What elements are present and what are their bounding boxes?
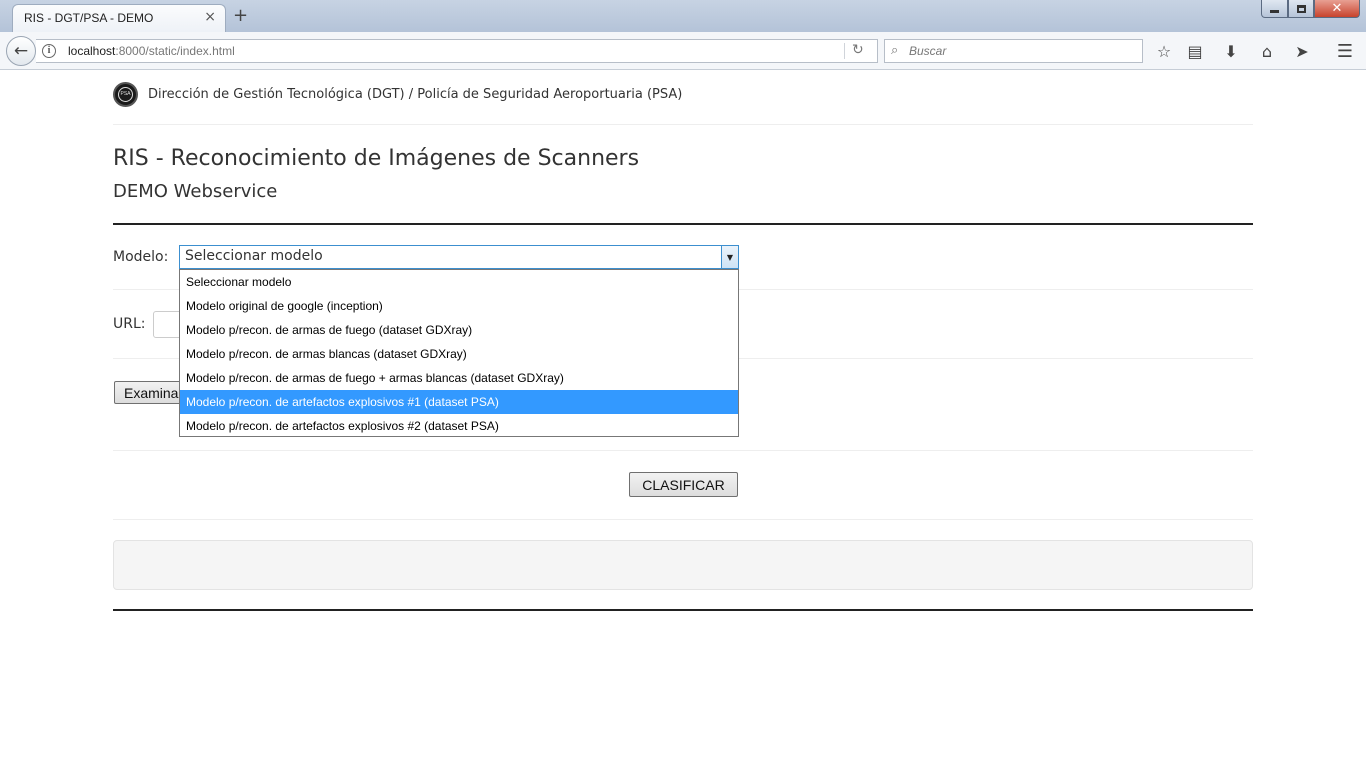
chevron-down-icon[interactable]: ▼ [721, 246, 738, 268]
brand-text: Dirección de Gestión Tecnológica (DGT) /… [148, 86, 683, 102]
minimize-button[interactable] [1261, 0, 1288, 18]
model-option[interactable]: Modelo p/recon. de artefactos explosivos… [180, 414, 738, 438]
model-option[interactable]: Modelo p/recon. de armas de fuego + arma… [180, 366, 738, 390]
divider [113, 519, 1253, 520]
divider [113, 124, 1253, 125]
search-bar[interactable]: ⌕ [884, 39, 1143, 63]
address-bar[interactable]: i localhost:8000/static/index.html ↻ [36, 39, 878, 63]
model-option[interactable]: Modelo p/recon. de armas blancas (datase… [180, 342, 738, 366]
brand-header: PSA Dirección de Gestión Tecnológica (DG… [113, 81, 682, 107]
model-option[interactable]: Modelo original de google (inception) [180, 294, 738, 318]
downloads-icon[interactable]: ⬇ [1220, 40, 1242, 62]
menu-icon[interactable]: ☰ [1334, 40, 1356, 62]
url-path: :8000/static/index.html [115, 44, 235, 58]
maximize-button[interactable] [1288, 0, 1314, 18]
logo-label: PSA [118, 86, 133, 102]
back-button[interactable]: ← [6, 36, 36, 66]
send-icon[interactable]: ➤ [1291, 40, 1313, 62]
search-input[interactable] [909, 40, 1137, 62]
tab-close-icon[interactable]: × [204, 9, 216, 25]
section-divider [113, 609, 1253, 611]
divider [113, 450, 1253, 451]
model-select-value: Seleccionar modelo [185, 248, 323, 264]
search-icon: ⌕ [891, 43, 899, 58]
page-subtitle: DEMO Webservice [113, 181, 278, 202]
model-dropdown-list: Seleccionar modelo Modelo original de goo… [179, 269, 739, 437]
model-label: Modelo: [113, 249, 169, 265]
browser-titlebar: RIS - DGT/PSA - DEMO × + ✕ [0, 0, 1366, 32]
page-title: RIS - Reconocimiento de Imágenes de Scan… [113, 146, 640, 171]
new-tab-icon[interactable]: + [233, 5, 248, 26]
url-divider [844, 43, 845, 59]
window-close-button[interactable]: ✕ [1314, 0, 1360, 18]
info-icon[interactable]: i [42, 44, 56, 58]
bookmark-star-icon[interactable]: ☆ [1153, 40, 1175, 62]
url-label: URL: [113, 316, 146, 332]
model-option[interactable]: Seleccionar modelo [180, 270, 738, 294]
home-icon[interactable]: ⌂ [1256, 40, 1278, 62]
minimize-icon [1270, 10, 1279, 13]
url-text[interactable]: localhost:8000/static/index.html [68, 44, 235, 58]
browser-tab[interactable]: RIS - DGT/PSA - DEMO × [12, 4, 226, 32]
back-arrow-icon: ← [13, 41, 29, 61]
model-option[interactable]: Modelo p/recon. de armas de fuego (datas… [180, 318, 738, 342]
url-host: localhost [68, 44, 116, 58]
maximize-icon [1296, 4, 1306, 13]
tab-title: RIS - DGT/PSA - DEMO [24, 11, 154, 25]
psa-logo: PSA [113, 81, 138, 107]
model-option[interactable]: Modelo p/recon. de artefactos explosivos… [180, 390, 738, 414]
window-close-icon: ✕ [1331, 1, 1343, 16]
reload-icon[interactable]: ↻ [852, 42, 864, 58]
model-select[interactable]: Seleccionar modelo ▼ [179, 245, 739, 269]
browser-toolbar: ← i localhost:8000/static/index.html ↻ ⌕… [0, 32, 1366, 70]
bookmarks-list-icon[interactable]: ▤ [1184, 40, 1206, 62]
result-panel [113, 540, 1253, 590]
classify-button[interactable]: CLASIFICAR [629, 472, 738, 497]
section-divider [113, 223, 1253, 225]
